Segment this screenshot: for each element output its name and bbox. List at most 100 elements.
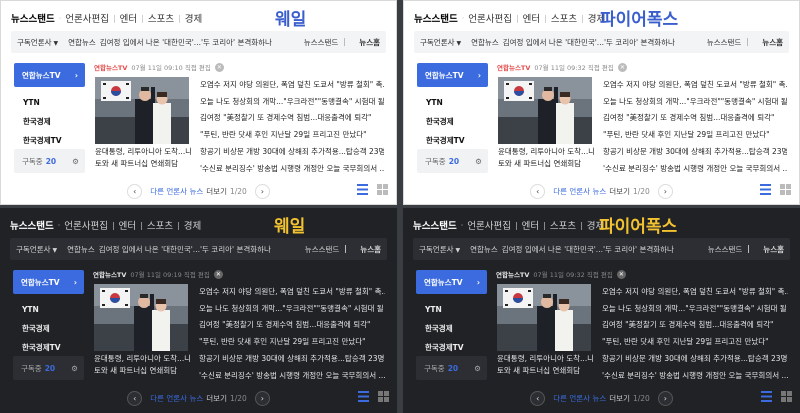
grid-view-icon[interactable] [780,184,791,195]
news-ticker[interactable]: 연합뉴스 김여정 입에서 나온 '대한민국'...'두 코리아' 본격화하나 [67,244,297,255]
sidebar-item-ytn[interactable]: YTN [426,93,488,112]
more-suffix[interactable]: 더보기 [206,393,227,404]
sidebar-item-hankyung[interactable]: 한국경제 [22,319,84,338]
more-press-link[interactable]: 다른 언론사 뉴스 [553,393,606,404]
press-brand[interactable]: 연합뉴스TV [496,269,529,279]
subscription-count[interactable]: 구독중 20 ⚙ [14,149,85,173]
headline-item[interactable]: 김여정 "美정찰기 또 경제수역 침범...대응출격에 퇴각" [199,317,385,334]
headline-item[interactable]: "푸틴, 반란 닷새 후인 지난달 29일 프리고진 만났다" [603,127,787,144]
tab-newsstand[interactable]: 뉴스스탠드 [304,37,339,48]
nav-sports[interactable]: 스포츠 [147,218,173,232]
headline-item[interactable]: 오늘 나도 청상회의 개막..."우크라전""동맹결속" 시험대 될 듯 [199,301,385,318]
grid-view-icon[interactable] [378,391,389,402]
nav-sports[interactable]: 스포츠 [148,11,174,25]
nav-newsstand[interactable]: 뉴스스탠드 [413,218,457,232]
nav-newsstand[interactable]: 뉴스스탠드 [10,218,54,232]
headline-item[interactable]: 오염수 저지 야당 의원단, 폭염 덮친 도쿄서 "방류 철회" 촉... [200,77,384,94]
press-brand[interactable]: 연합뉴스TV [94,62,127,72]
next-button[interactable]: › [254,390,270,406]
news-photo[interactable] [95,77,189,144]
headline-item[interactable]: '수신료 분리징수' 방송법 시행령 개정안 오늘 국무회의서 ... [602,368,788,385]
nav-press-edit[interactable]: 언론사편집 [468,11,512,25]
headline-item[interactable]: 오늘 나도 청상회의 개막..."우크라전""동맹결속" 시험대 될 듯 [200,94,384,111]
headline-item[interactable]: '수신료 분리징수' 방송법 시행령 개정안 오늘 국무회의서 ... [200,161,384,178]
subscribed-dropdown[interactable]: 구독언론사 ▼ [16,244,57,255]
sidebar-item-hankyung[interactable]: 한국경제 [23,112,85,131]
more-suffix[interactable]: 더보기 [609,186,630,197]
subscribed-dropdown[interactable]: 구독언론사 ▼ [420,37,461,48]
headline-item[interactable]: 오늘 나도 청상회의 개막..."우크라전""동맹결속" 시험대 될 듯 [602,301,788,318]
headline-item[interactable]: 김여정 "美정찰기 또 경제수역 침범...대응출격에 퇴각" [602,317,788,334]
close-icon[interactable]: ✕ [617,62,627,72]
subscribed-dropdown[interactable]: 구독언론사 ▼ [419,244,460,255]
headline-item[interactable]: 오염수 저지 야당 의원단, 폭염 덮친 도쿄서 "방류 철회" 촉... [199,284,385,301]
news-ticker[interactable]: 연합뉴스 김여정 입에서 나온 '대한민국'...'두 코리아' 본격화하나 [471,37,699,48]
subscription-count[interactable]: 구독중 20 ⚙ [13,356,84,380]
subscribed-dropdown[interactable]: 구독언론사 ▼ [17,37,58,48]
news-photo[interactable] [498,77,592,144]
subscription-count[interactable]: 구독중 20 ⚙ [417,149,488,173]
gear-icon[interactable]: ⚙ [72,157,79,166]
prev-button[interactable]: ‹ [530,390,546,406]
grid-view-icon[interactable] [781,391,792,402]
headline-item[interactable]: 항공기 비상문 개방 30대에 상해죄 추가적용...탑승객 23명 ... [200,144,384,161]
sidebar-item-ytn[interactable]: YTN [425,300,487,319]
more-press-link[interactable]: 다른 언론사 뉴스 [553,186,606,197]
prev-button[interactable]: ‹ [127,390,143,406]
nav-entertainment[interactable]: 엔터 [523,11,540,25]
list-view-icon[interactable] [357,184,368,195]
tab-news-home[interactable]: 뉴스홈 [360,244,381,255]
next-button[interactable]: › [657,390,673,406]
sidebar-item-active[interactable]: 연합뉴스TV › [417,63,488,87]
news-photo[interactable] [94,284,188,351]
tab-news-home[interactable]: 뉴스홈 [359,37,380,48]
nav-sports[interactable]: 스포츠 [551,11,577,25]
headline-item[interactable]: "푸틴, 반란 닷새 후인 지난달 29일 프리고진 만났다" [602,334,788,351]
subscription-count[interactable]: 구독중 20 ⚙ [416,356,487,380]
photo-caption[interactable]: 윤대통령, 리투아니아 도착...나 토와 새 파트너십 연쇄회담 [497,353,593,377]
headline-item[interactable]: "푸틴, 반란 닷새 후인 지난달 29일 프리고진 만났다" [199,334,385,351]
next-button[interactable]: › [657,183,673,199]
nav-sports[interactable]: 스포츠 [550,218,576,232]
nav-economy[interactable]: 경제 [185,11,202,25]
more-press-link[interactable]: 다른 언론사 뉴스 [150,186,203,197]
close-icon[interactable]: ✕ [616,269,626,279]
more-press-link[interactable]: 다른 언론사 뉴스 [150,393,203,404]
press-brand[interactable]: 연합뉴스TV [93,269,126,279]
nav-newsstand[interactable]: 뉴스스탠드 [414,11,458,25]
list-view-icon[interactable] [358,391,369,402]
sidebar-item-hankyung[interactable]: 한국경제 [426,112,488,131]
photo-caption[interactable]: 윤대통령, 리투아니아 도착...나 토와 새 파트너십 연쇄회담 [498,146,594,170]
sidebar-item-hankyung[interactable]: 한국경제 [425,319,487,338]
headline-item[interactable]: 오염수 저지 야당 의원단, 폭염 덮친 도쿄서 "방류 철회" 촉... [602,284,788,301]
headline-item[interactable]: 항공기 비상문 개방 30대에 상해죄 추가적용...탑승객 23명 ... [602,351,788,368]
sidebar-item-hankyung-tv[interactable]: 한국경제TV [425,338,487,357]
nav-press-edit[interactable]: 언론사편집 [467,218,511,232]
prev-button[interactable]: ‹ [530,183,546,199]
news-ticker[interactable]: 연합뉴스 김여정 입에서 나온 '대한민국'...'두 코리아' 본격화하나 [470,244,700,255]
nav-newsstand[interactable]: 뉴스스탠드 [11,11,55,25]
gear-icon[interactable]: ⚙ [475,157,482,166]
list-view-icon[interactable] [760,184,771,195]
nav-entertainment[interactable]: 엔터 [522,218,539,232]
grid-view-icon[interactable] [377,184,388,195]
headline-item[interactable]: "푸틴, 반란 닷새 후인 지난달 29일 프리고진 만났다" [200,127,384,144]
tab-newsstand[interactable]: 뉴스스탠드 [707,37,742,48]
sidebar-item-hankyung-tv[interactable]: 한국경제TV [23,131,85,150]
headline-item[interactable]: 항공기 비상문 개방 30대에 상해죄 추가적용...탑승객 23명 ... [603,144,787,161]
list-view-icon[interactable] [761,391,772,402]
next-button[interactable]: › [254,183,270,199]
prev-button[interactable]: ‹ [127,183,143,199]
sidebar-item-active[interactable]: 연합뉴스TV › [416,270,487,294]
headline-item[interactable]: 김여정 "美정찰기 또 경제수역 침범...대응출격에 퇴각" [200,110,384,127]
sidebar-item-active[interactable]: 연합뉴스TV › [13,270,84,294]
news-ticker[interactable]: 연합뉴스 김여정 입에서 나온 '대한민국'...'두 코리아' 본격화하나 [68,37,296,48]
nav-economy[interactable]: 경제 [184,218,201,232]
tab-newsstand[interactable]: 뉴스스탠드 [708,244,743,255]
press-brand[interactable]: 연합뉴스TV [497,62,530,72]
headline-item[interactable]: 김여정 "美정찰기 또 경제수역 침범...대응출격에 퇴각" [603,110,787,127]
close-icon[interactable]: ✕ [214,62,224,72]
sidebar-item-ytn[interactable]: YTN [22,300,84,319]
headline-item[interactable]: 오염수 저지 야당 의원단, 폭염 덮친 도쿄서 "방류 철회" 촉... [603,77,787,94]
headline-item[interactable]: 오늘 나도 청상회의 개막..."우크라전""동맹결속" 시험대 될 듯 [603,94,787,111]
